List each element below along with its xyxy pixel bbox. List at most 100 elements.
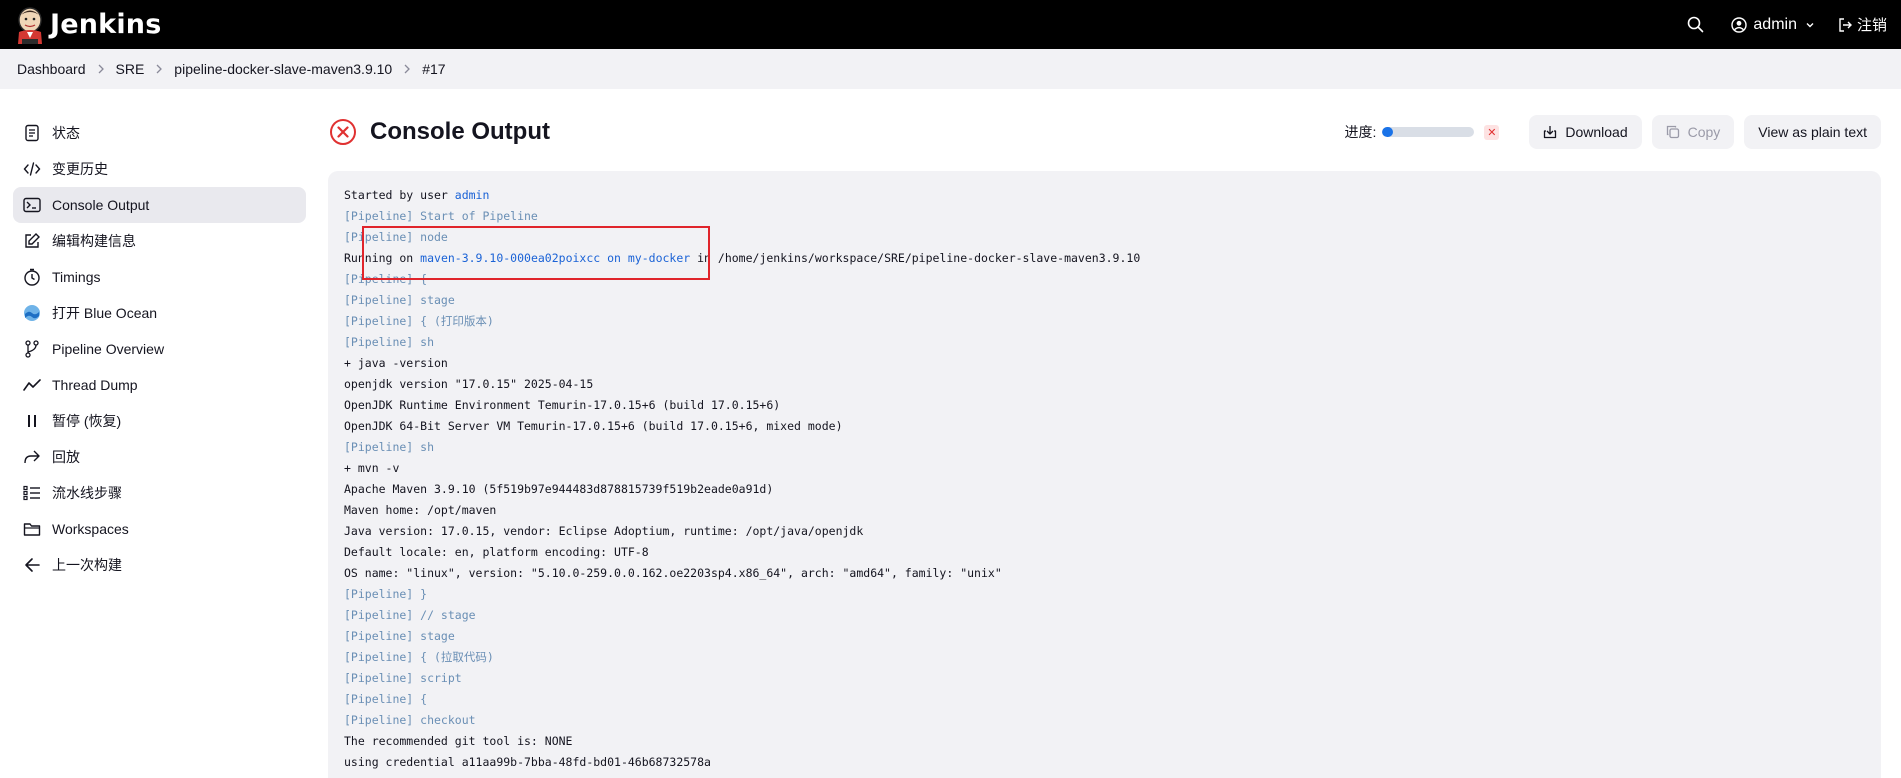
console-line: [Pipeline] sh — [344, 335, 435, 349]
console-line: [Pipeline] { (打印版本) — [344, 314, 494, 328]
user-menu[interactable]: admin — [1731, 16, 1821, 34]
blue-ocean-icon — [23, 304, 41, 322]
console-link[interactable]: admin — [455, 188, 490, 202]
search-button[interactable] — [1675, 5, 1715, 45]
build-progress-bar — [1382, 127, 1475, 137]
status-icon — [23, 124, 41, 142]
chevron-down-icon — [1806, 22, 1814, 27]
sidebar-item-pipeline-overview[interactable]: Pipeline Overview — [13, 331, 306, 367]
console-line: [Pipeline] { — [344, 272, 428, 286]
sidebar-item-label: 流水线步骤 — [52, 485, 122, 501]
sidebar-item-blue-ocean[interactable]: 打开 Blue Ocean — [13, 295, 306, 331]
console-line: Default locale: en, platform encoding: U… — [344, 545, 649, 559]
sidebar-item-label: 上一次构建 — [52, 557, 122, 573]
console-line: Apache Maven 3.9.10 (5f519b97e944483d878… — [344, 482, 774, 496]
console-line: OpenJDK Runtime Environment Temurin-17.0… — [344, 398, 781, 412]
download-label: Download — [1565, 124, 1628, 140]
sidebar-item-status[interactable]: 状态 — [13, 115, 306, 151]
progress-label: 进度: — [1344, 124, 1377, 140]
sidebar-item-label: Console Output — [52, 197, 150, 213]
progress-fill — [1382, 127, 1394, 137]
console-line: OpenJDK 64-Bit Server VM Temurin-17.0.15… — [344, 419, 843, 433]
sidebar-item-label: 编辑构建信息 — [52, 233, 136, 249]
user-name: admin — [1753, 15, 1797, 33]
copy-icon — [1666, 125, 1679, 139]
download-button[interactable]: Download — [1529, 115, 1642, 149]
top-header: Jenkins admin 注销 — [0, 0, 1901, 49]
build-failed-icon — [330, 119, 356, 145]
sidebar-item-label: Timings — [52, 269, 101, 285]
console-line: [Pipeline] node — [344, 230, 448, 244]
download-icon — [1544, 126, 1557, 139]
console-line: [Pipeline] stage — [344, 293, 455, 307]
sidebar-item-replay[interactable]: 回放 — [13, 439, 306, 475]
sidebar-item-label: 暂停 (恢复) — [52, 413, 122, 429]
sidebar-item-label: 回放 — [52, 449, 80, 465]
console-line: [Pipeline] sh — [344, 440, 435, 454]
console-line: Java version: 17.0.15, vendor: Eclipse A… — [344, 524, 864, 538]
folder-icon — [23, 520, 41, 538]
search-icon — [1687, 16, 1704, 33]
plain-text-label: View as plain text — [1758, 124, 1867, 140]
logout-label: 注销 — [1856, 17, 1887, 34]
terminal-icon — [23, 196, 41, 214]
copy-label: Copy — [1687, 124, 1721, 140]
console-text: Running on — [344, 251, 421, 265]
sidebar-item-timings[interactable]: Timings — [13, 259, 306, 295]
console-line: + java -version — [344, 356, 448, 370]
sidebar: 状态 变更历史 Console Output 编辑构建信息 Timings 打开… — [13, 115, 306, 583]
pause-icon — [23, 412, 41, 430]
breadcrumb-dashboard[interactable]: Dashboard — [17, 61, 86, 77]
breadcrumb-build[interactable]: #17 — [422, 61, 445, 77]
console-line: [Pipeline] // stage — [344, 608, 476, 622]
edit-icon — [23, 232, 41, 250]
sidebar-item-changes[interactable]: 变更历史 — [13, 151, 306, 187]
sidebar-item-label: 状态 — [52, 125, 80, 141]
jenkins-home-link[interactable]: Jenkins — [14, 4, 161, 45]
chevron-right-icon — [97, 64, 105, 74]
console-line: [Pipeline] stage — [344, 629, 455, 643]
sidebar-item-label: Pipeline Overview — [52, 341, 165, 357]
console-line: Started by user admin — [344, 185, 1865, 206]
steps-icon — [23, 484, 41, 502]
console-line: Cloning the remote Git repository — [344, 773, 1865, 778]
console-text: Started by user — [344, 188, 455, 202]
logout-icon — [1839, 17, 1852, 32]
clock-icon — [23, 268, 41, 286]
sidebar-item-label: 变更历史 — [52, 161, 108, 177]
console-line: Maven home: /opt/maven — [344, 503, 497, 517]
console-line: + mvn -v — [344, 461, 400, 475]
sidebar-item-console-output[interactable]: Console Output — [13, 187, 306, 223]
replay-icon — [23, 448, 41, 466]
brand-name: Jenkins — [50, 9, 162, 40]
view-plain-text-button[interactable]: View as plain text — [1744, 115, 1881, 149]
sidebar-item-thread-dump[interactable]: Thread Dump — [13, 367, 306, 403]
console-line: OS name: "linux", version: "5.10.0-259.0… — [344, 566, 1002, 580]
console-output-panel: Started by user admin [Pipeline] Start of… — [328, 171, 1881, 778]
user-avatar-icon — [1731, 16, 1748, 33]
stop-build-button[interactable]: ✕ — [1484, 124, 1500, 140]
breadcrumb-job[interactable]: pipeline-docker-slave-maven3.9.10 — [174, 61, 392, 77]
console-line: The recommended git tool is: NONE — [344, 734, 573, 748]
logout-button[interactable]: 注销 — [1837, 14, 1887, 35]
activity-icon — [23, 376, 41, 394]
sidebar-item-label: Thread Dump — [52, 377, 138, 393]
breadcrumb: Dashboard SRE pipeline-docker-slave-mave… — [0, 49, 1901, 89]
jenkins-logo-icon — [18, 6, 42, 44]
breadcrumb-folder[interactable]: SRE — [116, 61, 145, 77]
console-line: [Pipeline] checkout — [344, 713, 476, 727]
console-link[interactable]: maven-3.9.10-000ea02poixcc on my-docker — [420, 251, 690, 265]
console-line: Running on maven-3.9.10-000ea02poixcc on… — [344, 248, 1865, 269]
sidebar-item-edit-build-info[interactable]: 编辑构建信息 — [13, 223, 306, 259]
copy-button[interactable]: Copy — [1651, 115, 1735, 149]
console-line: [Pipeline] script — [344, 671, 462, 685]
sidebar-item-pause[interactable]: 暂停 (恢复) — [13, 403, 306, 439]
sidebar-item-workspaces[interactable]: Workspaces — [13, 511, 306, 547]
sidebar-item-previous-build[interactable]: 上一次构建 — [13, 547, 306, 583]
console-line: [Pipeline] } — [344, 587, 428, 601]
console-line: [Pipeline] { — [344, 692, 428, 706]
sidebar-item-pipeline-steps[interactable]: 流水线步骤 — [13, 475, 306, 511]
console-text: in /home/jenkins/workspace/SRE/pipeline-… — [690, 251, 1141, 265]
console-line: using credential a11aa99b-7bba-48fd-bd01… — [344, 755, 711, 769]
arrow-left-icon — [23, 556, 41, 574]
